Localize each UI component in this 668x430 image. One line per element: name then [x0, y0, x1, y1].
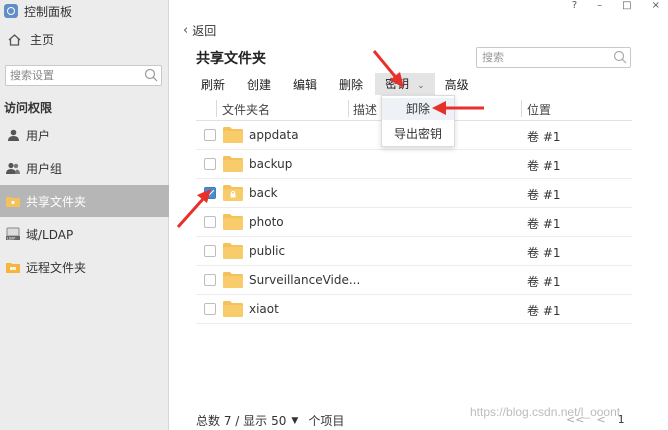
sidebar-item-home-label: 主页 [30, 33, 55, 47]
advanced-button[interactable]: 高级 [445, 76, 469, 93]
menu-item-unmount[interactable]: 卸除 [382, 98, 454, 120]
table-row[interactable]: SurveillanceVide... 卷 #1 [196, 266, 632, 295]
column-header-name[interactable]: 文件夹名 [222, 101, 270, 118]
total-count-label: 总数 7 / 显示 [196, 414, 268, 428]
close-button[interactable]: × [652, 0, 660, 11]
folder-location: 卷 #1 [527, 159, 561, 173]
home-icon [8, 33, 21, 46]
folder-name: backup [249, 157, 293, 171]
folder-icon [223, 127, 243, 143]
search-input[interactable] [477, 48, 605, 67]
folder-location: 卷 #1 [527, 275, 561, 289]
window-controls: ? – □ × [572, 0, 660, 11]
row-checkbox[interactable] [204, 274, 216, 286]
folder-location: 卷 #1 [527, 246, 561, 260]
folder-location: 卷 #1 [527, 130, 561, 144]
folder-location: 卷 #1 [527, 304, 561, 318]
table-row[interactable]: back 卷 #1 [196, 179, 632, 208]
minimize-button[interactable]: – [597, 0, 602, 11]
search-icon[interactable] [613, 50, 627, 64]
sidebar-item-label: 用户 [26, 128, 51, 143]
svg-text:LDAP: LDAP [7, 236, 15, 240]
row-checkbox[interactable] [204, 187, 216, 199]
folder-name: public [249, 244, 286, 258]
folder-name: xiaot [249, 302, 279, 316]
row-checkbox[interactable] [204, 129, 216, 141]
sidebar-item-groups[interactable]: 用户组 [0, 152, 169, 184]
row-checkbox[interactable] [204, 303, 216, 315]
row-checkbox[interactable] [204, 216, 216, 228]
sidebar-item-remote-folders[interactable]: 远程文件夹 [0, 251, 169, 283]
row-checkbox[interactable] [204, 158, 216, 170]
folder-name: SurveillanceVide... [249, 273, 361, 287]
watermark: https://blog.csdn.net/l_ooont [470, 405, 621, 419]
edit-button[interactable]: 编辑 [293, 76, 317, 93]
sidebar-item-label: 远程文件夹 [26, 260, 87, 275]
sidebar: 控制面板 主页 访问权限 用户 用户组 共享文件夹 LDAP [0, 0, 169, 430]
folder-name: back [249, 186, 278, 200]
page-size-select[interactable]: 50 [271, 414, 286, 428]
table-row[interactable]: xiaot 卷 #1 [196, 295, 632, 324]
window-title: 控制面板 [4, 2, 72, 20]
toolbar: 刷新 创建 编辑 删除 密钥 ⌄ 高级 [201, 73, 491, 95]
sidebar-item-ldap[interactable]: LDAP 域/LDAP [0, 218, 169, 250]
table-row[interactable]: public 卷 #1 [196, 237, 632, 266]
group-icon [6, 161, 20, 175]
column-header-description[interactable]: 描述 [353, 101, 377, 118]
folder-name: photo [249, 215, 284, 229]
folder-location: 卷 #1 [527, 188, 561, 202]
create-button[interactable]: 创建 [247, 76, 271, 93]
sidebar-search-input[interactable] [6, 66, 136, 85]
remote-folder-icon [6, 260, 20, 274]
section-label-access: 访问权限 [4, 101, 53, 115]
delete-button[interactable]: 删除 [339, 76, 363, 93]
sidebar-search [5, 65, 162, 86]
menu-item-export-key[interactable]: 导出密钥 [382, 123, 454, 145]
user-icon [6, 128, 20, 142]
help-button[interactable]: ? [572, 0, 577, 11]
shared-folder-icon [6, 194, 20, 208]
key-dropdown-menu: 卸除 导出密钥 [381, 95, 455, 147]
sidebar-item-label: 域/LDAP [26, 227, 74, 242]
column-divider[interactable] [348, 100, 349, 117]
sidebar-item-home[interactable]: 主页 [8, 31, 54, 48]
sidebar-item-users[interactable]: 用户 [0, 119, 169, 151]
folder-icon [223, 301, 243, 317]
folder-name: appdata [249, 128, 299, 142]
ldap-icon: LDAP [6, 227, 20, 241]
sidebar-item-shared-folders[interactable]: 共享文件夹 [0, 185, 169, 217]
maximize-button[interactable]: □ [622, 0, 631, 11]
page-title: 共享文件夹 [196, 51, 266, 67]
sidebar-item-label: 用户组 [26, 161, 63, 176]
folder-icon [223, 214, 243, 230]
folder-icon [223, 243, 243, 259]
key-dropdown-button[interactable]: 密钥 ⌄ [375, 73, 435, 95]
table-row[interactable]: photo 卷 #1 [196, 208, 632, 237]
caret-down-icon[interactable]: ▼ [291, 416, 298, 426]
back-label: 返回 [192, 24, 217, 38]
search-icon[interactable] [144, 68, 158, 82]
table-row[interactable]: backup 卷 #1 [196, 150, 632, 179]
refresh-button[interactable]: 刷新 [201, 76, 225, 93]
chevron-down-icon: ⌄ [417, 81, 425, 91]
back-button[interactable]: ‹ 返回 [183, 22, 216, 39]
main-search [476, 47, 631, 68]
locked-folder-icon [223, 185, 243, 201]
column-divider[interactable] [521, 100, 522, 117]
folder-icon [223, 272, 243, 288]
window-title-text: 控制面板 [24, 4, 73, 19]
folder-location: 卷 #1 [527, 217, 561, 231]
column-header-location[interactable]: 位置 [527, 101, 551, 118]
sidebar-item-label: 共享文件夹 [26, 194, 87, 209]
footer-summary: 总数 7 / 显示 50 ▼ 个项目 [196, 412, 344, 429]
row-checkbox[interactable] [204, 245, 216, 257]
key-dropdown-label: 密钥 [385, 77, 410, 91]
items-suffix: 个项目 [308, 414, 345, 428]
folder-icon [223, 156, 243, 172]
control-panel-icon [4, 4, 18, 18]
chevron-left-icon: ‹ [183, 23, 189, 38]
column-divider [216, 100, 217, 117]
